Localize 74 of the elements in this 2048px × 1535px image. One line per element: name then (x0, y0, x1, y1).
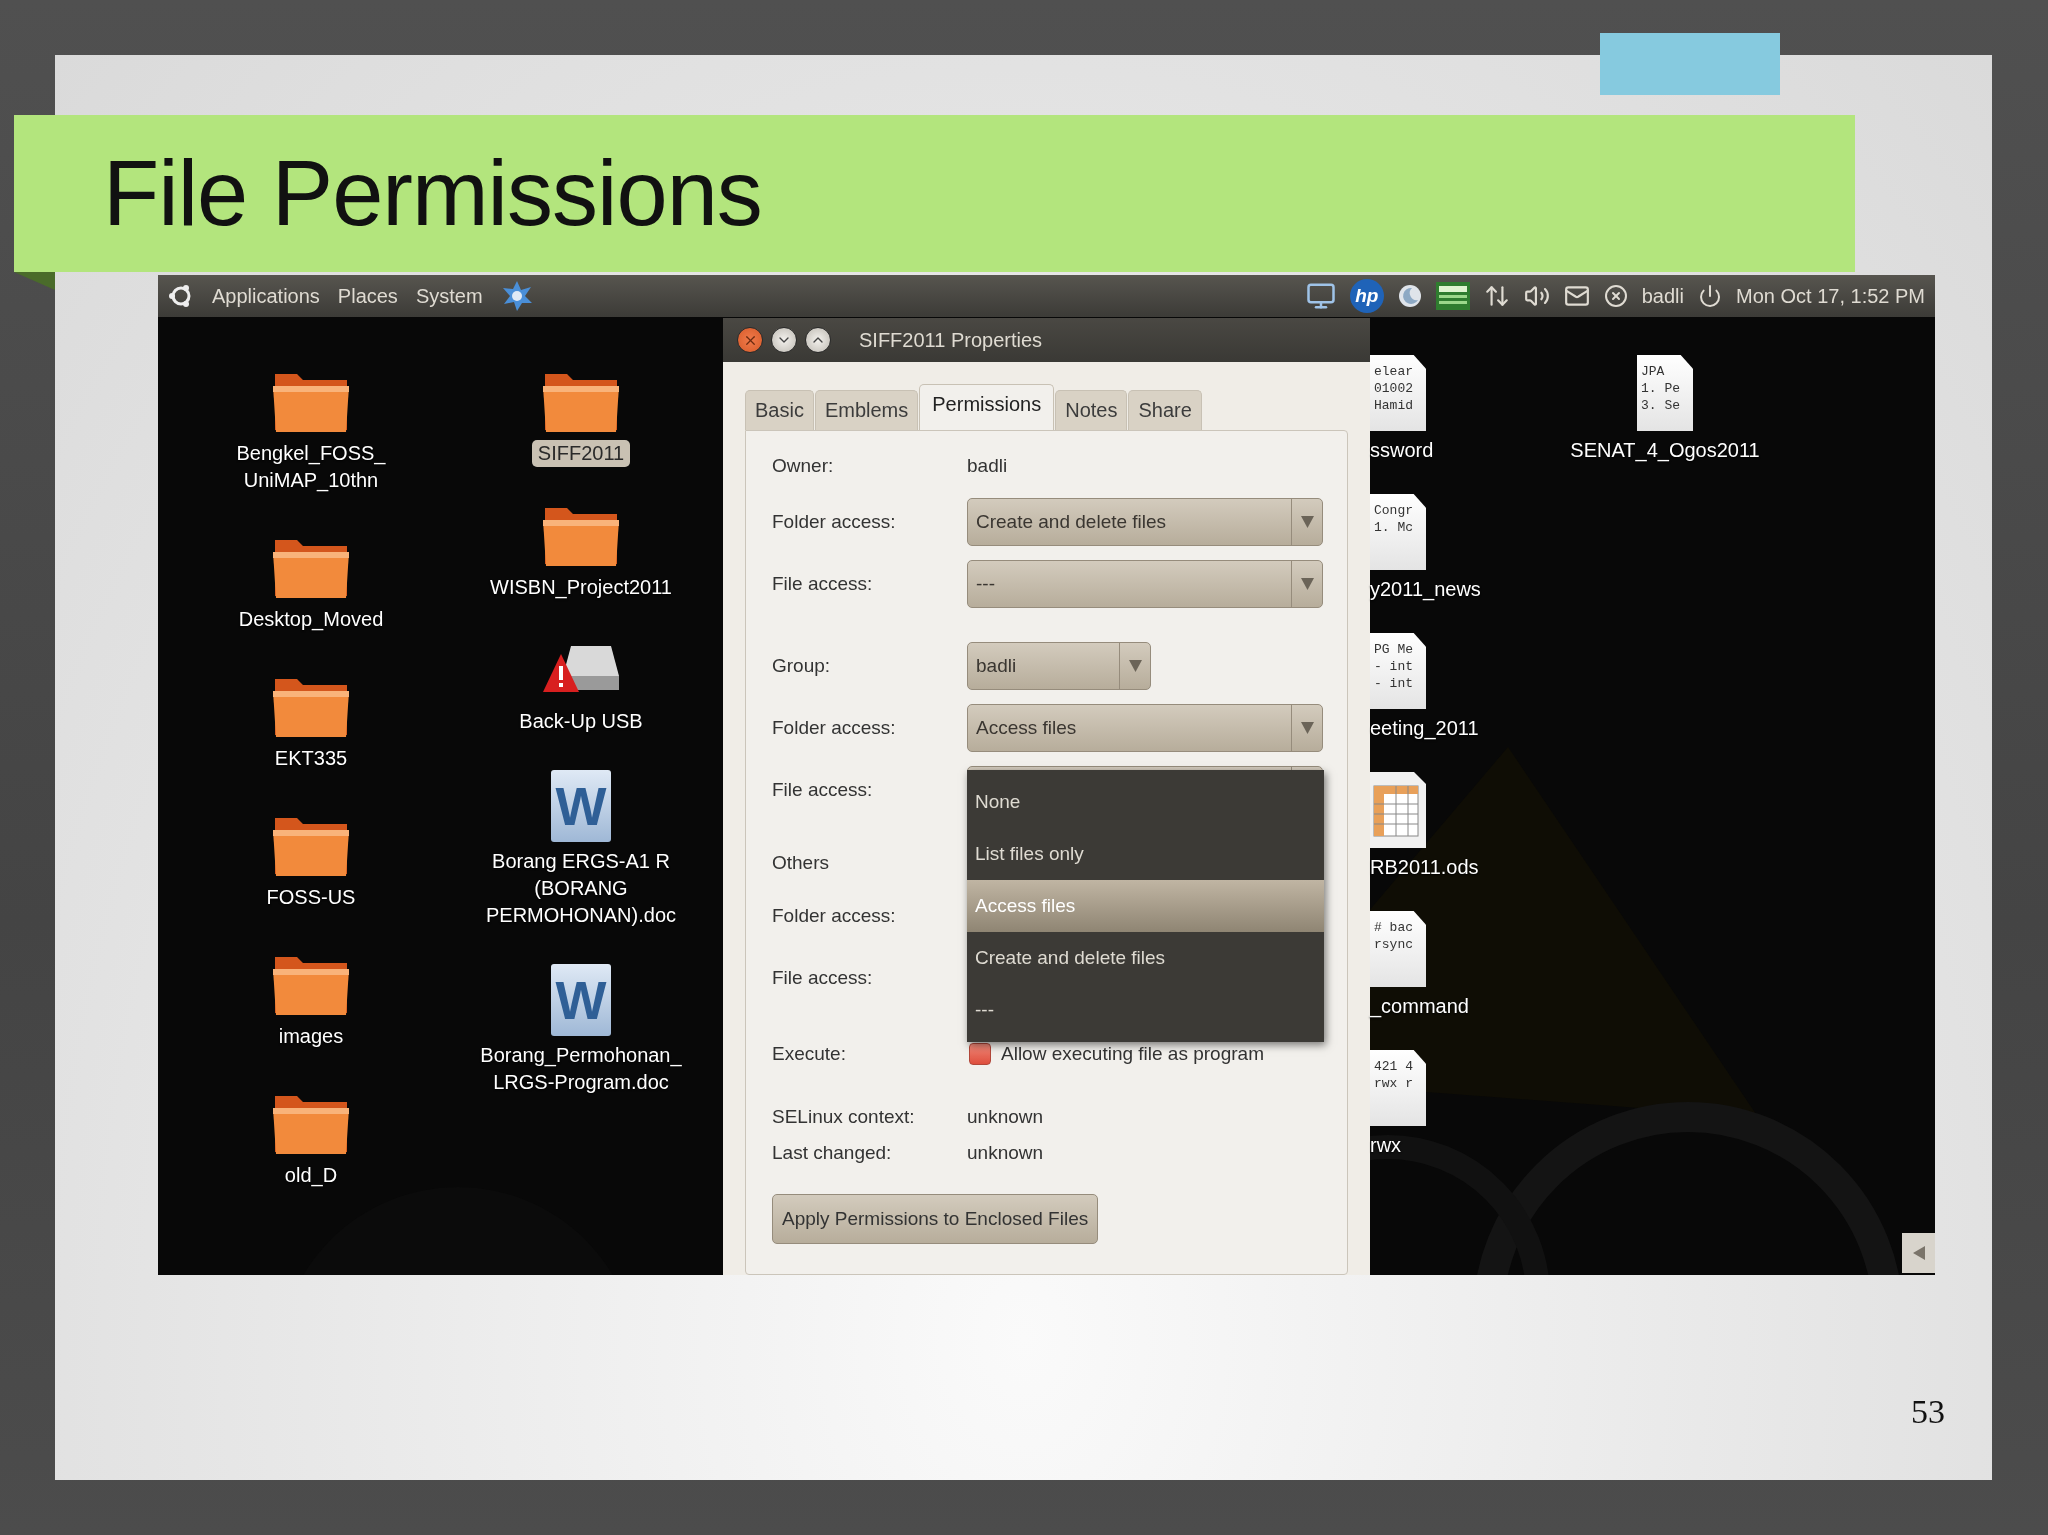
icon-label[interactable]: images (272, 1023, 350, 1050)
hp-logo[interactable]: hp (1349, 279, 1384, 313)
field-label: File access: (772, 573, 874, 595)
field-label: Execute: (772, 1043, 847, 1065)
tab[interactable]: Emblems (814, 390, 919, 430)
icon-label[interactable]: FOSS-US (260, 884, 362, 911)
icon-label[interactable]: y2011_news (1370, 576, 1481, 603)
icon-label[interactable]: WISBN_Project2011 (484, 574, 678, 601)
field-label: Last changed: (772, 1142, 893, 1164)
icon-label[interactable]: SIFF2011 (531, 440, 631, 467)
file-preview-text: 1. Pe (1641, 382, 1681, 396)
icon-label[interactable]: RB2011.ods (1370, 854, 1479, 881)
tab[interactable]: Share (1128, 390, 1202, 430)
dropdown[interactable]: --- (967, 560, 1323, 608)
icon-label[interactable]: Bengkel_FOSS_ UniMAP_10thn (230, 440, 392, 494)
panel-menu[interactable]: Places (337, 284, 398, 308)
field-label: Folder access: (772, 511, 897, 533)
field-value: badli (967, 455, 1008, 477)
icon-label[interactable]: EKT335 (268, 745, 354, 772)
field-label: Group: (772, 655, 832, 677)
icon-label[interactable]: Back-Up USB (513, 708, 649, 735)
document-letter: W (555, 779, 607, 833)
field-label: File access: (772, 779, 874, 801)
field-label: Owner: (772, 455, 835, 477)
file-preview-text: rwx r (1374, 1077, 1414, 1091)
icon-label[interactable]: _command (1370, 993, 1469, 1020)
icon-label[interactable]: Borang ERGS-A1 R (BORANG PERMOHONAN).doc (480, 848, 682, 929)
window-title: SIFF2011 Properties (859, 328, 1043, 352)
page-number: 53 (1911, 1393, 1945, 1431)
section-heading: Others (772, 852, 831, 874)
document-letter: W (555, 973, 607, 1027)
menu-item[interactable]: --- (967, 984, 1324, 1036)
file-preview-text: 421 4 (1374, 1060, 1414, 1074)
dropdown[interactable]: Create and delete files (967, 498, 1323, 546)
file-preview-text: - int (1374, 660, 1414, 674)
file-preview-text: # bac (1374, 921, 1414, 935)
menu-item[interactable]: Create and delete files (967, 932, 1324, 984)
menu-item[interactable]: None (967, 776, 1324, 828)
apply-button[interactable]: Apply Permissions to Enclosed Files (772, 1194, 1099, 1244)
file-preview-text: 1. Mc (1374, 521, 1414, 535)
icon-label[interactable]: rwx (1370, 1132, 1402, 1159)
icon-label[interactable]: SENAT_4_Ogos2011 (1564, 437, 1766, 464)
icon-label[interactable]: Desktop_Moved (232, 606, 390, 633)
field-value: unknown (967, 1142, 1044, 1164)
field-value: unknown (967, 1106, 1044, 1128)
checkbox-label: Allow executing file as program (1001, 1043, 1264, 1065)
file-preview-text: 01002 (1374, 382, 1414, 396)
file-preview-text: 3. Se (1641, 399, 1681, 413)
icon-label[interactable]: old_D (278, 1162, 344, 1189)
dropdown[interactable]: Access files (967, 704, 1323, 752)
menu-item[interactable]: List files only (967, 828, 1324, 880)
field-label: File access: (772, 967, 874, 989)
file-preview-text: - int (1374, 677, 1414, 691)
tab[interactable]: Permissions (919, 384, 1055, 430)
file-preview-text: rsync (1374, 938, 1414, 952)
field-label: Folder access: (772, 717, 897, 739)
slide-title: File Permissions (103, 141, 762, 246)
dropdown[interactable]: badli (967, 642, 1151, 690)
field-label: Folder access: (772, 905, 897, 927)
file-preview-text: PG Me (1374, 643, 1414, 657)
panel-menu[interactable]: Applications (212, 284, 320, 308)
clock[interactable]: Mon Oct 17, 1:52 PM (1736, 284, 1925, 308)
icon-label[interactable]: eeting_2011 (1370, 715, 1479, 742)
file-preview-text: Hamid (1374, 399, 1414, 413)
icon-label[interactable]: Borang_Permohonan_ LRGS-Program.doc (474, 1042, 688, 1096)
icon-label[interactable]: ssword (1370, 437, 1434, 464)
tab[interactable]: Basic (745, 390, 814, 430)
file-preview-text: JPA (1641, 365, 1666, 379)
user-name[interactable]: badli (1641, 284, 1684, 308)
file-preview-text: elear (1374, 365, 1414, 379)
tab[interactable]: Notes (1055, 390, 1128, 430)
panel-menu[interactable]: System (415, 284, 483, 308)
file-preview-text: Congr (1374, 504, 1414, 518)
field-label: SELinux context: (772, 1106, 916, 1128)
